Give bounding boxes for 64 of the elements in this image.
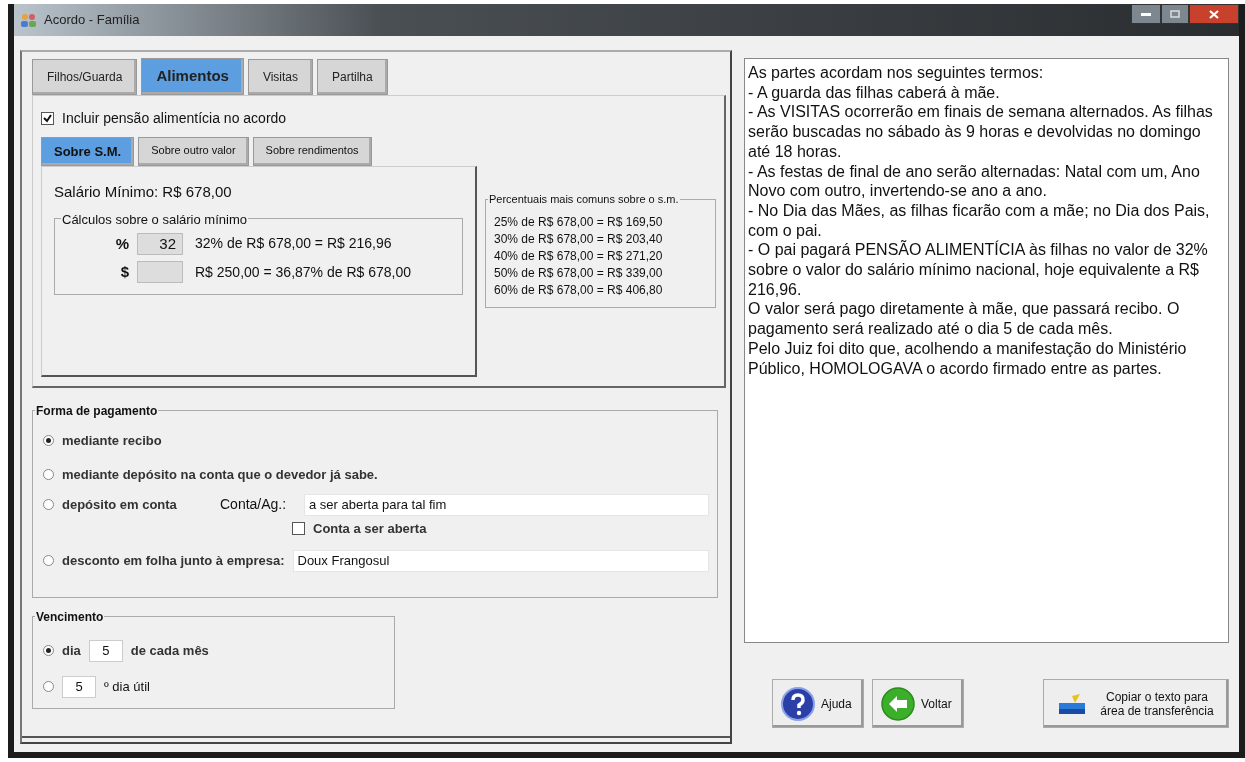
field-label: Conta/Ag.:	[220, 495, 288, 514]
agreement-text-line: - As VISITAS ocorrerão em finais de semana alternados. As filhas serão buscadas no sábado às 9 horas e devolvidas no domingo até 18 horas.	[748, 102, 1214, 162]
people-icon	[20, 12, 38, 28]
option-label: mediante recibo	[62, 431, 162, 450]
percentage-line: 30% de R$ 678,00 = R$ 203,40	[494, 230, 664, 248]
text-field[interactable]: Doux Frangosul	[292, 549, 709, 572]
question-mark-icon	[781, 686, 815, 721]
agreement-text-line: Pelo Juiz foi dito que, acolhendo a manifestação do Ministério Público, HOMOLOGAVA o acordo firmado entre as partes.	[748, 338, 1188, 379]
percentage-line: 25% de R$ 678,00 = R$ 169,50	[494, 213, 664, 231]
checkmark-icon	[43, 113, 52, 123]
radio-button[interactable]	[43, 435, 54, 446]
close-icon	[1209, 9, 1219, 19]
agreement-text-line: As partes acordam nos seguintes termos:	[748, 63, 1045, 83]
minimum-wage-label: Salário Mínimo: R$ 678,00	[54, 182, 233, 202]
symbol-label: $	[119, 262, 129, 282]
symbol-label: %	[115, 233, 129, 254]
minimize-button[interactable]	[1131, 4, 1161, 24]
option-label: dia	[62, 641, 81, 660]
tab[interactable]: Partilha	[317, 58, 388, 95]
button[interactable]: Copiar o texto para área de transferência	[1043, 679, 1229, 728]
day-field[interactable]: 5	[62, 675, 96, 698]
window-title: Acordo - Família	[44, 11, 140, 30]
agreement-text-line: - A guarda das filhas caberá à mãe.	[748, 82, 1001, 103]
clipboard-icon	[1058, 692, 1087, 715]
checkbox-label: Conta a ser aberta	[313, 519, 427, 538]
checkbox[interactable]	[292, 522, 305, 535]
option-label: depósito em conta	[62, 495, 178, 514]
option-label: º dia útil	[104, 677, 150, 696]
agreement-text-line: - O pai pagará PENSÃO ALIMENTÍCIA às filhas no valor de 32% sobre o valor do salário mínimo nacional, hoje equivalente a R$ 216,96.	[748, 240, 1209, 300]
agreement-text-area[interactable]	[744, 58, 1229, 643]
percentage-line: 40% de R$ 678,00 = R$ 271,20	[494, 247, 664, 265]
button[interactable]: Ajuda	[772, 679, 864, 728]
option-label: desconto em folha junto à empresa:	[62, 551, 285, 570]
close-button[interactable]	[1189, 4, 1239, 24]
maximize-button[interactable]	[1161, 4, 1189, 24]
input-field[interactable]: 32	[137, 232, 183, 255]
tab[interactable]: Visitas	[247, 58, 314, 95]
radio-button[interactable]	[43, 499, 54, 510]
tab[interactable]: Filhos/Guarda	[32, 58, 138, 95]
result-text: R$ 250,00 = 36,87% de R$ 678,00	[195, 262, 411, 282]
tab[interactable]: Sobre outro valor	[138, 136, 249, 166]
checkbox[interactable]	[41, 111, 54, 125]
button[interactable]: Voltar	[872, 679, 964, 728]
day-field[interactable]: 5	[88, 639, 123, 662]
agreement-text-line: O valor será pago diretamente à mãe, que passará recibo. O pagamento será realizado até o dia 5 de cada mês.	[748, 299, 1181, 339]
percentage-line: 50% de R$ 678,00 = R$ 339,00	[494, 264, 664, 282]
radio-button[interactable]	[43, 645, 54, 656]
text-field[interactable]: a ser aberta para tal fim	[304, 493, 709, 516]
radio-button[interactable]	[43, 469, 54, 480]
tab[interactable]: Sobre S.M.	[41, 136, 135, 166]
option-label: mediante depósito na conta que o devedor já sabe.	[62, 465, 378, 484]
maximize-icon	[1170, 10, 1180, 18]
radio-button[interactable]	[43, 555, 54, 566]
tab[interactable]: Sobre rendimentos	[252, 136, 372, 166]
input-field[interactable]	[137, 261, 183, 284]
option-label: de cada mês	[130, 641, 209, 660]
tab[interactable]: Alimentos	[141, 58, 244, 95]
radio-button[interactable]	[43, 681, 54, 692]
result-text: 32% de R$ 678,00 = R$ 216,96	[195, 234, 392, 254]
minimize-icon	[1141, 12, 1151, 16]
agreement-text-line: - As festas de final de ano serão alternadas: Natal com um, Ano Novo com outro, invertendo-se ano a ano.	[748, 161, 1201, 201]
checkbox-label: Incluir pensão alimentícia no acordo	[62, 108, 287, 128]
percentage-line: 60% de R$ 678,00 = R$ 406,80	[494, 281, 664, 299]
agreement-text-line: - No Dia das Mães, as filhas ficarão com a mãe; no Dia dos Pais, com o pai.	[748, 200, 1211, 240]
